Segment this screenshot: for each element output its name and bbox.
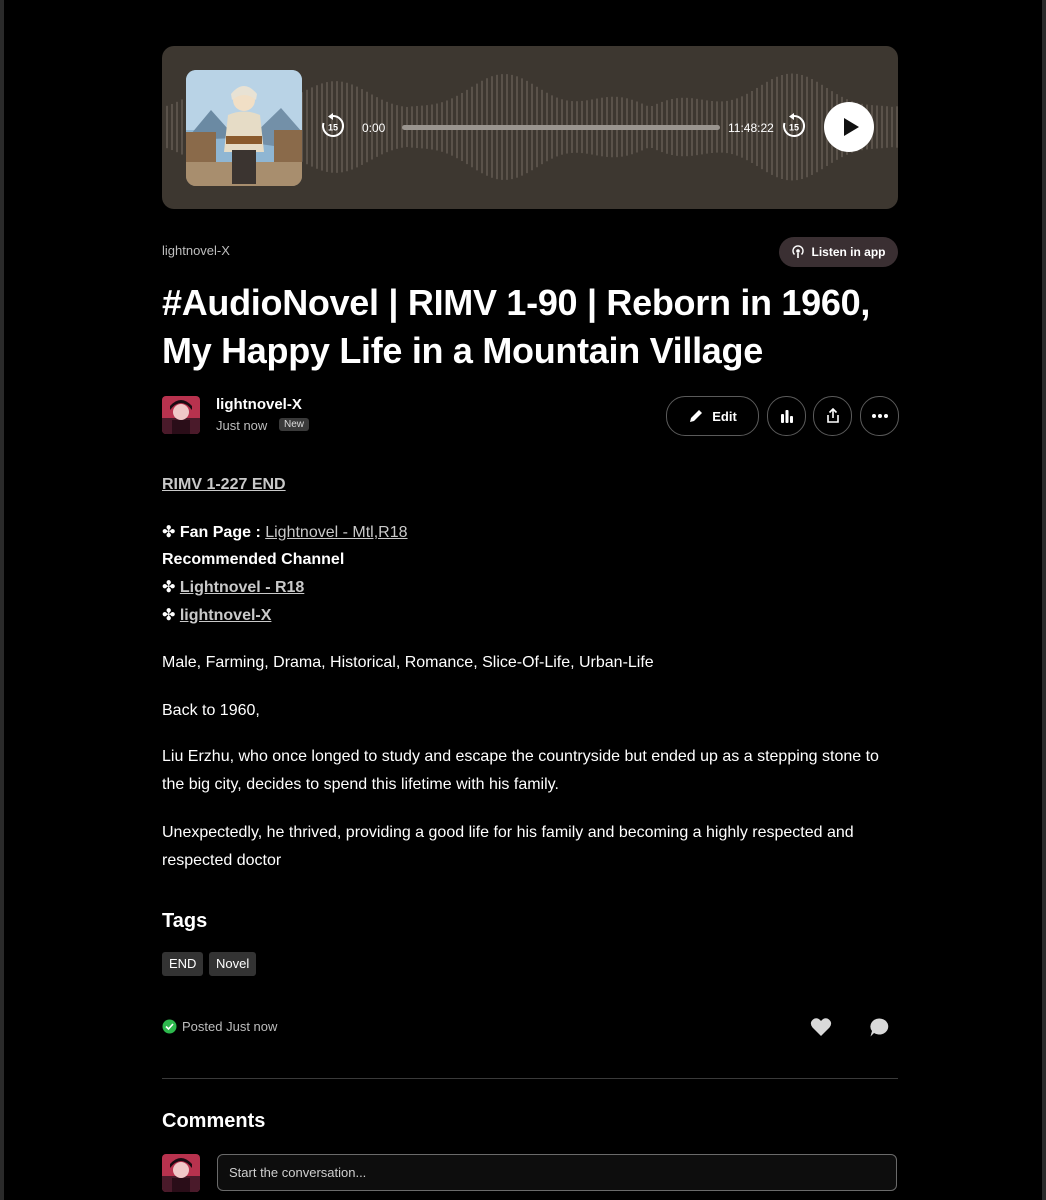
comment-button[interactable]	[868, 1017, 890, 1043]
recommended-heading: Recommended Channel	[162, 551, 345, 568]
like-button[interactable]	[810, 1017, 832, 1042]
play-button[interactable]	[824, 102, 874, 152]
waveform-bar	[351, 84, 353, 170]
listen-in-app-button[interactable]: Listen in app	[779, 237, 898, 267]
waveform-bar	[311, 87, 313, 167]
waveform-bar	[721, 101, 723, 153]
posted-label: Posted Just now	[182, 1019, 278, 1034]
waveform-bar	[886, 106, 888, 148]
bullet-icon: ✤	[162, 524, 176, 541]
share-icon	[826, 408, 839, 423]
skip-forward-15-icon[interactable]: 15	[781, 113, 807, 139]
audio-player: 15 0:00 11:48:22 15	[162, 46, 898, 209]
bullet-icon: ✤	[162, 607, 176, 624]
waveform-bar	[176, 101, 178, 153]
tags-heading: Tags	[162, 910, 208, 932]
pencil-icon	[690, 410, 703, 422]
channel-line-2: ✤ lightnovel-X	[162, 602, 271, 630]
tag-novel[interactable]: Novel	[209, 952, 257, 976]
check-circle-icon	[162, 1019, 177, 1034]
fan-page-label: Fan Page :	[179, 524, 261, 541]
genres: Male, Farming, Drama, Historical, Romanc…	[162, 654, 654, 671]
waveform-bar	[346, 82, 348, 172]
edit-label: Edit	[712, 408, 737, 424]
waveform-bar	[386, 101, 388, 153]
cover-art	[186, 70, 302, 186]
paragraph-1: Back to 1960,	[162, 702, 260, 719]
fan-page-line: ✤ Fan Page : Lightnovel - Mtl,R18	[162, 519, 408, 547]
waveform-bar	[811, 79, 813, 175]
progress-bar[interactable]	[402, 125, 720, 130]
duration: 11:48:22	[728, 121, 774, 135]
waveform-bar	[316, 85, 318, 169]
waveform-bar	[171, 103, 173, 151]
paragraph-2: Liu Erzhu, who once longed to study and …	[162, 748, 879, 793]
post-time: Just now	[216, 418, 268, 433]
fan-page-link[interactable]: Lightnovel - Mtl,R18	[265, 524, 407, 541]
listen-in-app-label: Listen in app	[811, 245, 886, 259]
channel-line-1: ✤ Lightnovel - R18	[162, 574, 304, 602]
svg-text:15: 15	[789, 123, 799, 133]
heart-icon	[810, 1018, 832, 1036]
edit-button[interactable]: Edit	[666, 396, 759, 436]
waveform-bar	[876, 105, 878, 149]
channel-link-2[interactable]: lightnovel-X	[180, 607, 272, 624]
author-name[interactable]: lightnovel-X	[216, 396, 302, 413]
user-avatar	[162, 1154, 200, 1192]
waveform-bar	[391, 103, 393, 151]
author-avatar[interactable]	[162, 396, 200, 434]
waveform-bar	[896, 106, 898, 148]
divider	[162, 1078, 898, 1079]
comment-input[interactable]	[217, 1154, 897, 1191]
waveform-bar	[816, 81, 818, 173]
waveform-bar	[356, 86, 358, 168]
bullet-icon: ✤	[162, 579, 176, 596]
stats-button[interactable]	[767, 396, 806, 436]
creator-link[interactable]: lightnovel-X	[162, 243, 230, 258]
share-button[interactable]	[813, 396, 852, 436]
comment-icon	[870, 1018, 889, 1037]
post-title: #AudioNovel | RIMV 1-90 | Reborn in 1960…	[162, 282, 871, 371]
posted-status: Posted Just now	[162, 1019, 277, 1034]
more-button[interactable]	[860, 396, 899, 436]
waveform-bar	[181, 99, 183, 155]
current-time: 0:00	[362, 121, 386, 135]
waveform-bar	[776, 76, 778, 178]
tag-end[interactable]: END	[162, 952, 204, 976]
new-badge: New	[279, 418, 310, 431]
waveform-bar	[891, 106, 893, 148]
waveform-bar	[881, 105, 883, 149]
waveform-bar	[306, 89, 308, 165]
more-icon	[871, 414, 888, 418]
svg-text:15: 15	[328, 123, 338, 133]
podcast-icon	[792, 245, 805, 258]
skip-back-15-icon[interactable]: 15	[320, 113, 346, 139]
comments-heading: Comments	[162, 1110, 266, 1132]
waveform-bar	[396, 105, 398, 149]
channel-link-1[interactable]: Lightnovel - R18	[180, 579, 304, 596]
series-link[interactable]: RIMV 1-227 END	[162, 471, 286, 499]
paragraph-3: Unexpectedly, he thrived, providing a go…	[162, 824, 854, 869]
stats-icon	[780, 410, 793, 423]
waveform-bar	[166, 105, 168, 149]
waveform-bar	[821, 84, 823, 170]
